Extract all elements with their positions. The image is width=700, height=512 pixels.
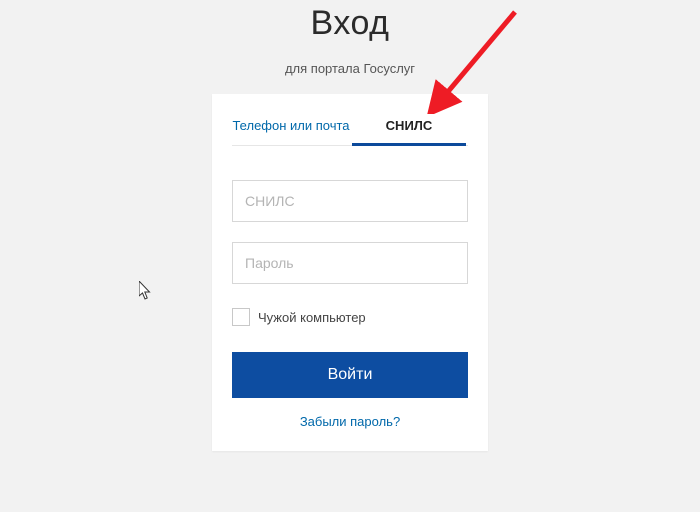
page-title: Вход: [0, 0, 700, 43]
foreign-computer-checkbox[interactable]: [232, 308, 250, 326]
login-button[interactable]: Войти: [232, 352, 468, 398]
snils-input[interactable]: [232, 180, 468, 222]
password-input[interactable]: [232, 242, 468, 284]
foreign-computer-label[interactable]: Чужой компьютер: [258, 310, 366, 325]
login-card: Телефон или почта СНИЛС Чужой компьютер …: [212, 94, 488, 451]
login-tabs: Телефон или почта СНИЛС: [232, 108, 468, 146]
foreign-computer-row: Чужой компьютер: [232, 308, 468, 326]
tab-phone-email[interactable]: Телефон или почта: [232, 108, 350, 145]
forgot-password-link[interactable]: Забыли пароль?: [232, 414, 468, 429]
tab-snils[interactable]: СНИЛС: [350, 108, 468, 145]
cursor-icon: [139, 281, 153, 301]
page-subtitle: для портала Госуслуг: [0, 61, 700, 76]
